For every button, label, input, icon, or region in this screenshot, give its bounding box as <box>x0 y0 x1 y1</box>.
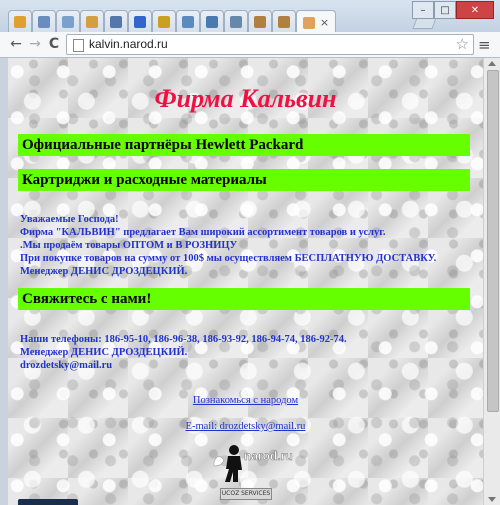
maximize-button[interactable]: □ <box>434 1 456 19</box>
browser-tab[interactable] <box>248 10 272 33</box>
browser-tab[interactable] <box>104 10 128 33</box>
intro-line: Фирма "КАЛЬВИН" предлагает Вам широкий а… <box>20 227 386 238</box>
browser-tab[interactable] <box>8 10 32 33</box>
section-band-cartridges: Картриджи и расходные материалы <box>18 169 470 191</box>
tab-favicon-icon <box>38 16 50 28</box>
reload-icon[interactable]: C <box>46 36 62 52</box>
url-text[interactable]: kalvin.narod.ru <box>89 37 168 51</box>
browser-tab[interactable] <box>80 10 104 33</box>
scroll-down-arrow-icon[interactable] <box>488 497 496 502</box>
browser-tab[interactable] <box>152 10 176 33</box>
close-window-button[interactable]: ✕ <box>456 1 494 19</box>
forward-arrow-icon[interactable]: → <box>27 36 43 52</box>
narod-logo[interactable]: narod.ru <box>208 442 296 482</box>
tab-favicon-icon <box>278 16 290 28</box>
minimize-button[interactable]: – <box>412 1 434 19</box>
narod-figure-icon <box>213 445 242 482</box>
email-link[interactable]: E-mail: drozdetsky@mail.ru <box>8 421 483 432</box>
narod-logo-text: narod.ru <box>244 449 293 463</box>
intro-text: Уважаемые Господа! Фирма "КАЛЬВИН" предл… <box>20 213 436 278</box>
page-viewport: Фирма Кальвин Официальные партнёры Hewle… <box>8 58 483 505</box>
footer-strip <box>18 499 78 505</box>
tab-favicon-icon <box>230 16 242 28</box>
contact-line: Менеджер ДЕНИС ДРОЗДЕЦКИЙ. <box>20 347 188 358</box>
browser-tab[interactable] <box>56 10 80 33</box>
intro-line: Уважаемые Господа! <box>20 214 119 225</box>
contact-line: Наши телефоны: 186-95-10, 186-96-38, 186… <box>20 334 347 345</box>
browser-tab[interactable] <box>128 10 152 33</box>
browser-tab[interactable] <box>272 10 296 33</box>
address-bar[interactable]: kalvin.narod.ru ☆ <box>66 34 474 55</box>
menu-icon[interactable]: ≡ <box>478 36 491 54</box>
tab-favicon-icon <box>62 16 74 28</box>
intro-line: .Мы продаём товары ОПТОМ и В РОЗНИЦУ <box>20 240 238 251</box>
browser-tab[interactable] <box>176 10 200 33</box>
section-band-contact: Свяжитесь с нами! <box>18 288 470 310</box>
contact-line: drozdetsky@mail.ru <box>20 360 113 371</box>
tab-favicon-icon <box>158 16 170 28</box>
browser-tab[interactable]: × <box>296 10 336 34</box>
scroll-thumb[interactable] <box>487 70 499 412</box>
narod-link[interactable]: Познакомься с народом <box>8 395 483 406</box>
contact-text: Наши телефоны: 186-95-10, 186-96-38, 186… <box>20 333 347 372</box>
tab-favicon-icon <box>14 16 26 28</box>
tab-strip: × – □ ✕ <box>0 0 500 34</box>
bookmark-star-icon[interactable]: ☆ <box>456 35 469 53</box>
browser-tab[interactable] <box>224 10 248 33</box>
tab-favicon-icon <box>134 16 146 28</box>
vertical-scrollbar[interactable] <box>483 58 500 505</box>
scroll-up-arrow-icon[interactable] <box>488 61 496 66</box>
back-arrow-icon[interactable]: ← <box>8 36 24 52</box>
browser-tab[interactable] <box>32 10 56 33</box>
browser-tab[interactable] <box>200 10 224 33</box>
tab-favicon-icon <box>206 16 218 28</box>
browser-toolbar: ← → C kalvin.narod.ru ☆ ≡ <box>0 32 500 58</box>
tab-close-icon[interactable]: × <box>320 17 329 28</box>
tab-favicon-icon <box>86 16 98 28</box>
intro-line: При покупке товаров на сумму от 100$ мы … <box>20 253 437 264</box>
page-icon <box>73 39 84 52</box>
page-title: Фирма Кальвин <box>154 84 337 113</box>
tab-favicon-icon <box>254 16 266 28</box>
tab-favicon-icon <box>110 16 122 28</box>
intro-line: Менеджер ДЕНИС ДРОЗДЕЦКИЙ. <box>20 266 188 277</box>
tab-favicon-icon <box>302 16 315 29</box>
window-controls: – □ ✕ <box>412 1 494 19</box>
ucoz-badge[interactable]: UCOZ SERVICES <box>220 488 272 500</box>
tab-favicon-icon <box>182 16 194 28</box>
section-band-partners: Официальные партнёры Hewlett Packard <box>18 134 470 156</box>
